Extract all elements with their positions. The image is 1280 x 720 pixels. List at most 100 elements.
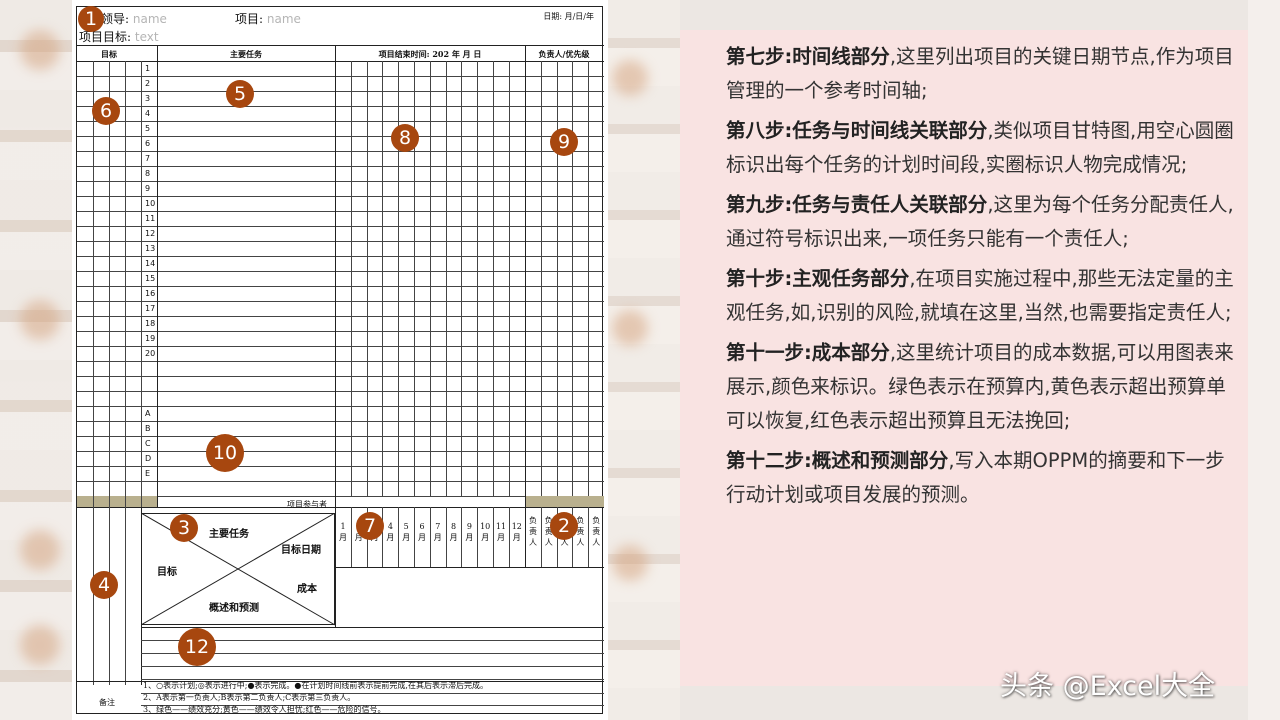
grid-line (540, 61, 542, 496)
column-title-deadline: 项目结束时间: 202 年 月 日 (378, 49, 482, 59)
month-label: 9 月 (465, 522, 474, 542)
grid-line (141, 61, 142, 507)
grid-line (588, 507, 590, 567)
step-paragraph: 第七步:时间线部分,这里列出项目的关键日期节点,作为项目管理的一个参考时间轴; (726, 40, 1236, 108)
month-label: 12 月 (511, 522, 522, 542)
month-label: 8 月 (449, 522, 458, 542)
note-line: 3、绿色——绩效充分;黄色——绩效令人担忧;红色——危险的信号。 (143, 705, 386, 714)
owner-column-divider (525, 45, 526, 507)
blurred-circle-icon (20, 625, 60, 665)
step-title: 第十一步:成本部分 (726, 341, 890, 364)
month-label: 11 月 (495, 522, 507, 542)
task-number: 11 (145, 214, 156, 223)
summary-divider (141, 627, 604, 628)
task-number: 15 (145, 274, 156, 283)
task-number: 18 (145, 319, 156, 328)
step-badge: 3 (170, 514, 198, 542)
step-paragraph: 第八步:任务与时间线关联部分,类似项目甘特图,用空心圆圈标识出每个任务的计划时间… (726, 114, 1236, 182)
step-badge: 7 (356, 512, 384, 540)
month-label: 7 月 (433, 522, 442, 542)
owner-label: 负 责 人 (592, 516, 601, 547)
step-paragraph: 第十一步:成本部分,这里统计项目的成本数据,可以用图表来展示,颜色来标识。绿色表… (726, 336, 1236, 438)
grid-line (125, 61, 126, 507)
diagram-tasks-label: 主要任务 (209, 529, 249, 540)
grid-line (366, 61, 368, 496)
month-label: 5 月 (402, 522, 411, 542)
blurred-background-right (1248, 0, 1280, 720)
grid-line (350, 61, 352, 496)
task-number: 1 (145, 64, 151, 73)
months-divider (335, 567, 604, 568)
column-title-goal: 目标 (101, 49, 117, 59)
step-badge: 4 (90, 571, 118, 599)
explanation-panel: 第七步:时间线部分,这里列出项目的关键日期节点,作为项目管理的一个参考时间轴; … (680, 30, 1248, 686)
subjective-task-letter: B (145, 424, 151, 433)
grid-line (445, 61, 447, 496)
leader-label: 领导: (101, 12, 130, 26)
subjective-task-letter: A (145, 409, 151, 418)
step-badge: 12 (178, 628, 216, 666)
month-label: 4 月 (386, 522, 395, 542)
step-badge: 2 (550, 512, 578, 540)
task-number: 16 (145, 289, 156, 298)
project-value: name (266, 12, 301, 26)
subjective-task-letter: E (145, 469, 151, 478)
blurred-circle-icon (612, 545, 648, 581)
blurred-background-middle (604, 0, 680, 720)
task-number: 19 (145, 334, 156, 343)
subjective-task-letter: D (145, 454, 152, 463)
note-line: 1、○表示计划;◎表示进行中;●表示完成。●在计划时间线前表示提前完成,在其后表… (143, 681, 488, 690)
task-number: 5 (145, 124, 151, 133)
date-label: 日期: 月/日/年 (543, 12, 594, 21)
step-title: 第七步:时间线部分 (726, 45, 890, 68)
leader-value: name (132, 12, 167, 26)
task-number: 20 (145, 349, 156, 358)
goal-value: text (134, 30, 159, 44)
step-badge: 5 (226, 80, 254, 108)
blurred-circle-icon (20, 300, 60, 340)
grid-line (556, 61, 558, 496)
column-title-owner: 负责人/优先级 (538, 49, 590, 59)
task-number: 12 (145, 229, 156, 238)
diagram-summary-label: 概述和预测 (209, 603, 259, 614)
task-number: 13 (145, 244, 156, 253)
grid-line (508, 61, 510, 496)
step-title: 第八步:任务与时间线关联部分 (726, 119, 988, 142)
step-paragraph: 第十二步:概述和预测部分,写入本期OPPM的摘要和下一步行动计划或项目发展的预测… (726, 444, 1236, 512)
diagram-cost-label: 成本 (297, 584, 317, 595)
grid-line (477, 61, 479, 496)
blurred-circle-icon (612, 310, 648, 346)
task-number: 4 (145, 109, 151, 118)
step-badge: 10 (206, 434, 244, 472)
step-badge: 9 (550, 128, 578, 156)
blurred-circle-icon (20, 30, 60, 70)
summary-line (141, 666, 604, 667)
task-number: 9 (145, 184, 151, 193)
owner-band (525, 496, 604, 507)
diagram-goal-label: 目标 (157, 567, 177, 578)
task-number: 17 (145, 304, 156, 313)
grid-line (125, 507, 126, 685)
diagram-target-date-label: 目标日期 (281, 545, 321, 556)
blurred-circle-icon (612, 60, 648, 96)
step-title: 第十步:主观任务部分 (726, 267, 910, 290)
column-title-tasks: 主要任务 (230, 49, 262, 59)
grid-line (93, 507, 94, 685)
blurred-background-left (0, 0, 72, 720)
goal-label: 项目目标: (79, 30, 132, 44)
grid-line (572, 61, 574, 496)
blurred-circle-icon (20, 530, 60, 570)
grid-line (493, 61, 494, 496)
grid-line (461, 61, 463, 496)
owner-label: 负 责 人 (529, 516, 537, 547)
grid-line (414, 61, 415, 496)
step-badge: 8 (391, 124, 419, 152)
step-paragraph: 第十步:主观任务部分,在项目实施过程中,那些无法定量的主观任务,如,识别的风险,… (726, 262, 1236, 330)
grid-line (382, 61, 384, 496)
month-label: 6 月 (418, 522, 426, 542)
grid-line (525, 507, 526, 567)
task-number: 14 (145, 259, 156, 268)
grid-line (93, 61, 94, 507)
month-label: 1 月 (339, 522, 347, 542)
task-number: 8 (145, 169, 151, 178)
